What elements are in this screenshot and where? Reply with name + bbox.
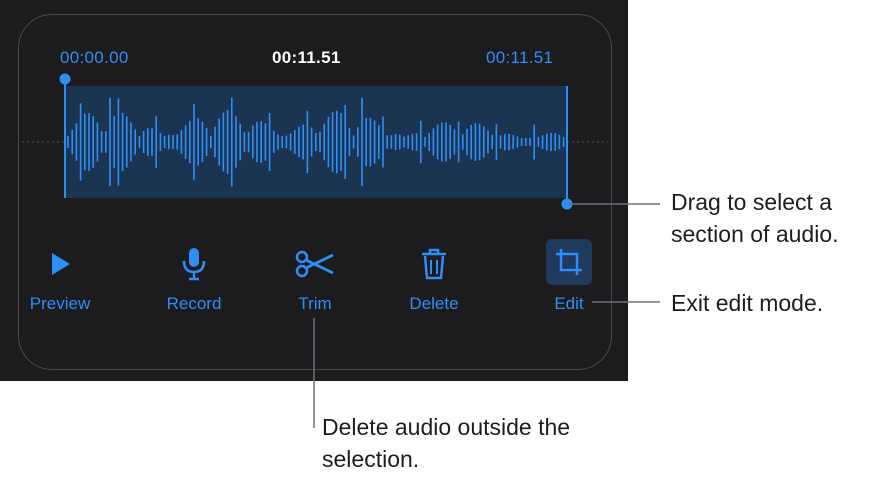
callout-exit-edit: Exit edit mode. <box>671 290 824 316</box>
callout-trim: Delete audio outside the selection. <box>322 414 571 472</box>
callout-select-section: Drag to select a section of audio. <box>671 189 839 247</box>
